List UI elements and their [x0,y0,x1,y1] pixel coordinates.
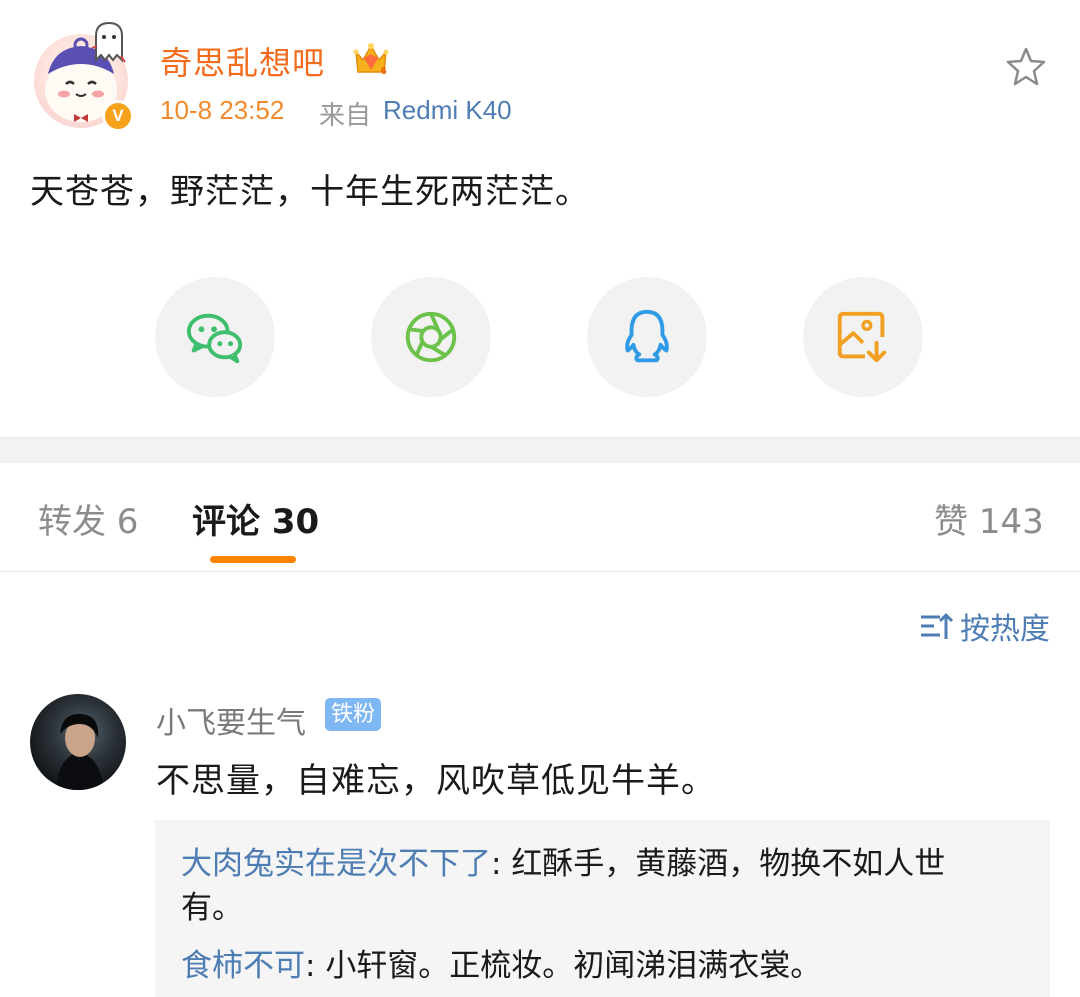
reply-item[interactable]: 食柿不可: 小轩窗。正梳妆。初闻涕泪满衣裳。 [181,944,981,988]
save-image-icon [837,311,887,363]
vip-crown-icon[interactable]: 6 [352,40,390,78]
author-name[interactable]: 奇思乱想吧 [160,38,325,84]
sort-icon [921,613,954,639]
post-timestamp: 10-8 23:52 [160,95,285,125]
sort-by-hot-button[interactable]: 按热度 [918,606,1050,647]
post-source-device[interactable]: Redmi K40 [383,95,512,126]
save-image-button[interactable] [803,277,923,397]
tabs-divider [0,571,1080,572]
commenter-avatar[interactable] [30,694,126,790]
post-content: 天苍苍，野茫茫，十年生死两茫茫。 [30,172,590,212]
svg-text:6: 6 [381,66,387,77]
fan-badge: 铁粉 [325,698,382,731]
reply-item[interactable]: 大肉兔实在是次不下了: 红酥手，黄藤酒，物换不如人世有。 [181,842,981,930]
commenter-name[interactable]: 小飞要生气 [156,698,306,742]
moments-aperture-icon [405,311,457,363]
reply-user[interactable]: 食柿不可 [181,948,305,984]
reply-list[interactable]: 大肉兔实在是次不下了: 红酥手，黄藤酒，物换不如人世有。 食柿不可: 小轩窗。正… [155,820,1050,997]
ghost-icon [90,20,128,64]
author-avatar[interactable]: V [30,20,140,135]
post-source-label: 来自 [319,101,372,131]
reply-separator: : [491,846,512,882]
qq-penguin-icon [625,309,669,363]
favorite-star-icon[interactable] [1004,45,1048,89]
active-tab-indicator [210,556,296,563]
reply-user[interactable]: 大肉兔实在是次不下了 [181,846,491,882]
share-moments-button[interactable] [371,277,491,397]
share-qq-button[interactable] [587,277,707,397]
verified-v-icon: V [102,100,134,132]
sort-label: 按热度 [960,612,1050,647]
tab-comment[interactable]: 评论 30 [192,494,319,543]
wechat-icon [186,313,243,364]
section-divider [0,437,1080,463]
reply-separator: : [305,948,326,984]
comment-text: 不思量，自难忘，风吹草低见牛羊。 [156,761,716,801]
tab-repost[interactable]: 转发 6 [38,494,138,543]
reply-text: 小轩窗。正梳妆。初闻涕泪满衣裳。 [325,948,822,984]
tab-like[interactable]: 赞 143 [934,494,1044,543]
share-wechat-button[interactable] [155,277,275,397]
